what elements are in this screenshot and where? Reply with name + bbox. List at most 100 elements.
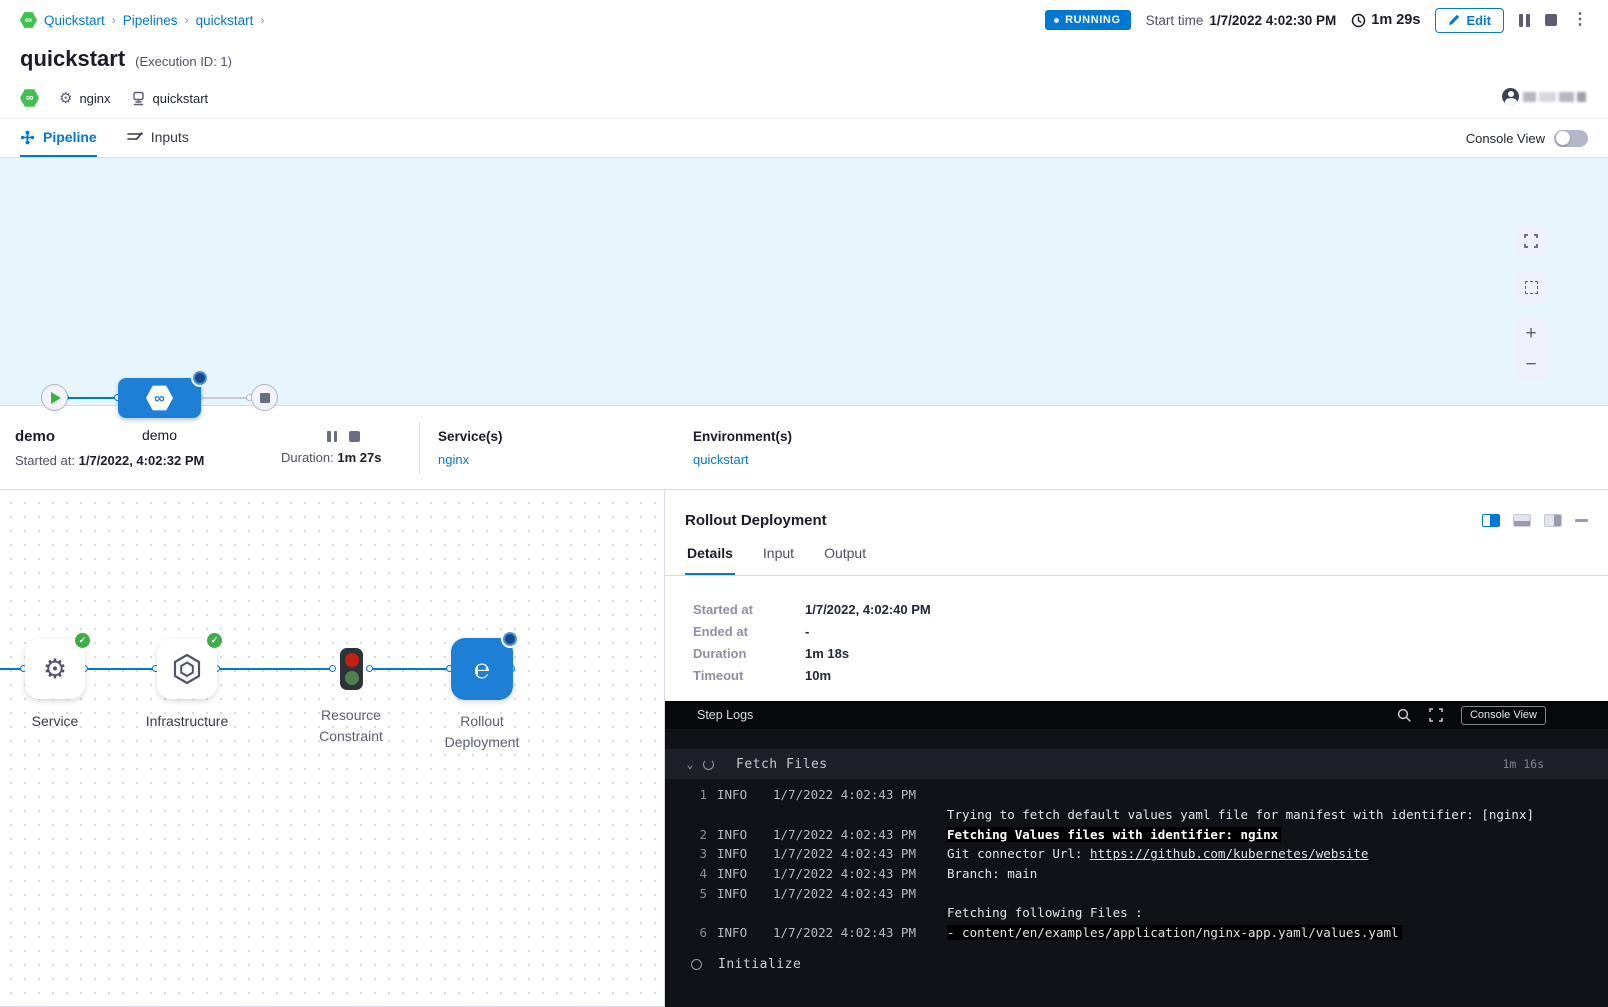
chevron-right-icon: › [260, 13, 264, 27]
exec-port [366, 665, 373, 672]
pipeline-canvas[interactable]: ∞ demo + − [0, 158, 1608, 405]
divider [419, 422, 420, 474]
step-node-resource-constraint[interactable] [340, 648, 363, 690]
execution-id: (Execution ID: 1) [135, 54, 232, 69]
layout-bottom-icon[interactable] [1513, 514, 1531, 527]
cd-module-icon: ∞ [20, 89, 39, 108]
pipeline-start-node[interactable] [41, 384, 68, 411]
zoom-out-button[interactable]: − [1515, 349, 1547, 380]
spinner-dot-icon [1054, 18, 1059, 23]
stage-duration: Duration: 1m 27s [281, 450, 401, 465]
layout-right-active-icon[interactable] [1482, 514, 1500, 527]
environment-tag[interactable]: quickstart [131, 91, 209, 106]
log-line: Trying to fetch default values yaml file… [665, 805, 1608, 825]
log-message: Trying to fetch default values yaml file… [947, 807, 1608, 822]
user-avatar-icon [1502, 88, 1519, 105]
more-options-button[interactable]: ⋮ [1572, 13, 1588, 27]
fullscreen-icon [1524, 234, 1538, 248]
zoom-in-button[interactable]: + [1515, 318, 1547, 349]
abort-pipeline-button[interactable] [1545, 14, 1557, 26]
pipeline-end-node[interactable] [251, 384, 278, 411]
stage-started-at: Started at: 1/7/2022, 4:02:32 PM [15, 453, 281, 468]
tab-inputs[interactable]: Inputs [127, 119, 189, 157]
log-line: 2 INFO 1/7/2022 4:02:43 PM Fetching Valu… [665, 824, 1608, 844]
exec-edge [371, 668, 450, 670]
chevron-right-icon: › [185, 13, 189, 27]
success-check-icon: ✓ [207, 633, 222, 648]
log-line-number: 4 [689, 866, 707, 881]
running-spinner-badge [193, 371, 207, 385]
step-label-service: Service [10, 711, 100, 732]
step-label-resource-constraint: Resource Constraint [296, 705, 406, 747]
edit-button[interactable]: Edit [1435, 8, 1504, 33]
search-icon[interactable] [1397, 708, 1411, 722]
clock-icon [1351, 13, 1366, 28]
log-message: Git connector Url: https://github.com/ku… [947, 846, 1608, 861]
pause-pipeline-button[interactable] [1519, 14, 1530, 27]
section-duration: 1m 16s [1502, 757, 1544, 771]
layout-right-icon[interactable] [1544, 514, 1562, 527]
tab-pipeline[interactable]: Pipeline [20, 119, 97, 157]
play-icon [51, 392, 61, 404]
tab-details[interactable]: Details [685, 543, 735, 575]
log-timestamp: 1/7/2022 4:02:43 PM [773, 886, 937, 901]
log-lines: 1 INFO 1/7/2022 4:02:43 PM Trying to fet… [665, 779, 1608, 943]
stop-icon [260, 393, 270, 403]
tab-output[interactable]: Output [822, 543, 868, 575]
pencil-icon [1448, 14, 1460, 26]
console-view-toggle[interactable] [1554, 130, 1588, 147]
marquee-icon [1525, 281, 1538, 294]
stage-stop-button[interactable] [349, 431, 360, 442]
edge-start-to-demo [67, 397, 120, 399]
canvas-select-button[interactable] [1515, 272, 1547, 303]
step-node-infrastructure[interactable]: ✓ [157, 639, 217, 699]
log-timestamp: 1/7/2022 4:02:43 PM [773, 827, 937, 842]
success-check-icon: ✓ [75, 633, 90, 648]
section-spinner-icon [703, 759, 714, 770]
service-tag[interactable]: ⚙ nginx [59, 91, 111, 106]
log-console[interactable]: ⌄ Fetch Files 1m 16s 1 INFO 1/7/2022 4:0… [665, 729, 1608, 1007]
breadcrumb-quickstart[interactable]: Quickstart [44, 13, 105, 28]
detail-row-duration: Duration1m 18s [693, 646, 1608, 661]
breadcrumb: ∞ Quickstart › Pipelines › quickstart › [20, 12, 264, 29]
stage-pause-button[interactable] [327, 431, 337, 442]
minimize-panel-icon[interactable] [1575, 519, 1588, 522]
section-pending-icon [691, 959, 702, 970]
step-node-rollout-deployment[interactable]: ℮ [451, 638, 513, 700]
expand-logs-icon[interactable] [1429, 708, 1443, 722]
log-section-initialize[interactable]: Initialize [665, 949, 1608, 981]
canvas-fullscreen-button[interactable] [1515, 225, 1547, 256]
execution-graph-canvas[interactable]: ⚙ ✓ Service ✓ Infrastructure Resource Co… [0, 490, 665, 1007]
exec-edge [88, 668, 156, 670]
environment-link[interactable]: quickstart [693, 452, 792, 467]
start-time: Start time1/7/2022 4:02:30 PM [1146, 13, 1337, 28]
log-link[interactable]: https://github.com/kubernetes/website [1090, 846, 1368, 861]
environments-heading: Environment(s) [693, 429, 792, 444]
stage-summary-bar: demo Started at: 1/7/2022, 4:02:32 PM Du… [0, 405, 1608, 490]
tab-input[interactable]: Input [761, 543, 796, 575]
log-level: INFO [717, 787, 763, 802]
stage-node-demo[interactable]: ∞ [118, 378, 201, 418]
exec-edge [220, 668, 333, 670]
traffic-light-green-icon [345, 671, 359, 685]
infrastructure-icon [172, 653, 202, 685]
log-line-number: 2 [689, 827, 707, 842]
step-node-service[interactable]: ⚙ ✓ [25, 639, 85, 699]
running-spinner-badge [503, 632, 517, 646]
log-line: 4 INFO 1/7/2022 4:02:43 PM Branch: main [665, 864, 1608, 884]
step-label-infrastructure: Infrastructure [122, 711, 252, 732]
breadcrumb-pipelines[interactable]: Pipelines [123, 13, 178, 28]
canvas-zoom-controls: + − [1515, 318, 1547, 380]
log-line: 6 INFO 1/7/2022 4:02:43 PM - content/en/… [665, 923, 1608, 943]
log-level: INFO [717, 827, 763, 842]
service-link[interactable]: nginx [438, 452, 675, 467]
log-timestamp: 1/7/2022 4:02:43 PM [773, 866, 937, 881]
log-line-number: 1 [689, 787, 707, 802]
stage-label: demo [118, 427, 201, 443]
console-view-button[interactable]: Console View [1461, 706, 1546, 725]
log-section-fetch-files[interactable]: ⌄ Fetch Files 1m 16s [665, 749, 1608, 779]
detail-row-started-at: Started at1/7/2022, 4:02:40 PM [693, 602, 1608, 617]
breadcrumb-pipeline-name[interactable]: quickstart [196, 13, 254, 28]
pipeline-icon [20, 130, 35, 145]
elapsed-time: 1m 29s [1351, 12, 1420, 28]
